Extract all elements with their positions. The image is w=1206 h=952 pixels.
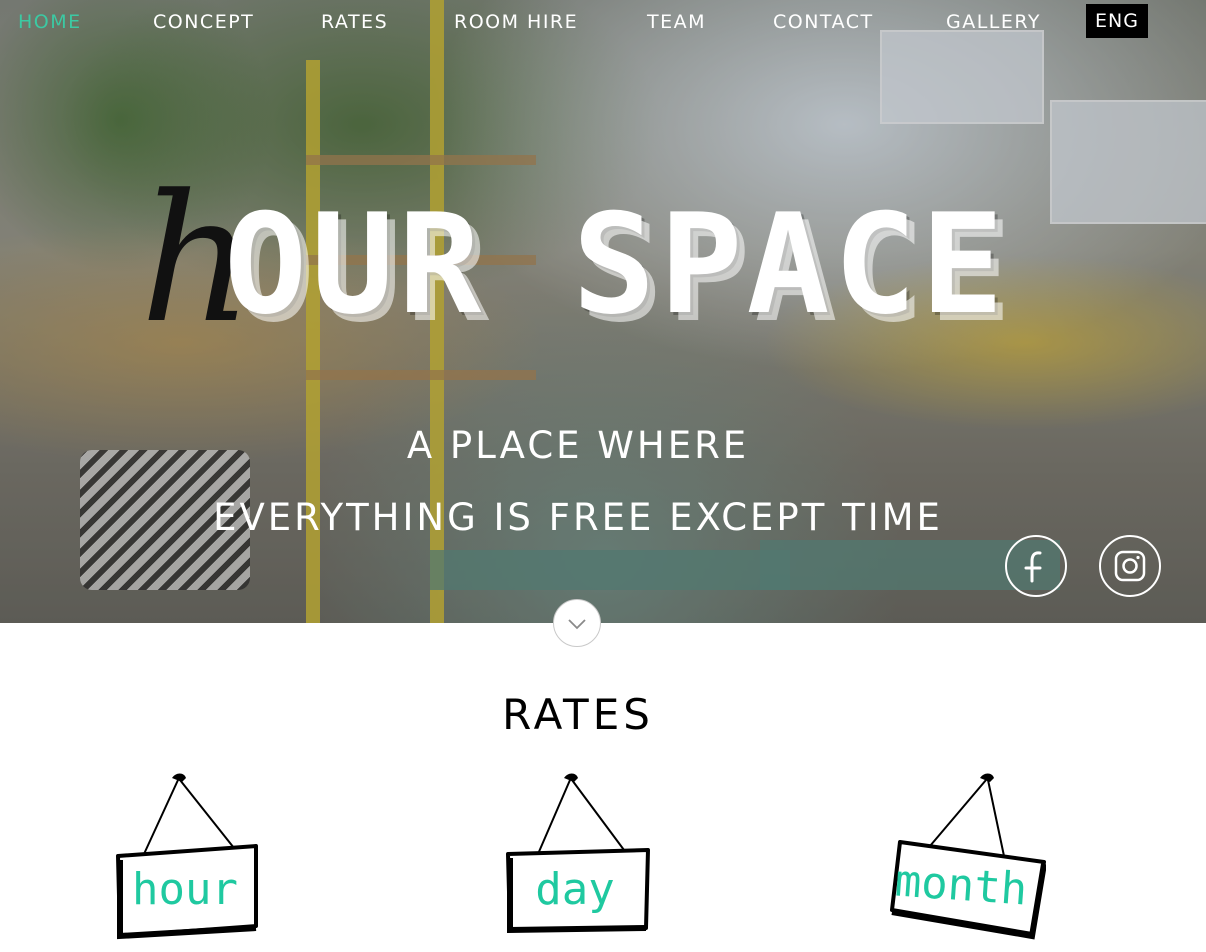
facebook-icon — [1024, 551, 1042, 583]
nav-contact[interactable]: CONTACT — [773, 11, 874, 33]
hanging-sign-icon — [506, 773, 650, 934]
tagline-line-2: EVERYTHING IS FREE EXCEPT TIME — [213, 496, 943, 539]
nav-team[interactable]: TEAM — [647, 11, 706, 33]
scroll-down-button[interactable] — [553, 599, 601, 647]
main-nav: HOME CONCEPT RATES ROOM HIRE TEAM CONTAC… — [0, 0, 1206, 46]
site-logo: h OUR SPACE — [140, 172, 1040, 362]
nav-rates[interactable]: RATES — [321, 11, 388, 33]
rates-heading: RATES — [502, 690, 654, 739]
rate-sign-day[interactable]: day — [500, 770, 650, 945]
language-switch-button[interactable]: ENG — [1086, 4, 1148, 38]
rate-sign-month[interactable]: month — [886, 770, 1046, 945]
nav-concept[interactable]: CONCEPT — [153, 11, 254, 33]
facebook-button[interactable] — [1005, 535, 1067, 597]
nav-home[interactable]: HOME — [18, 11, 82, 33]
rate-label-month: month — [893, 855, 1029, 916]
instagram-icon — [1114, 550, 1146, 582]
instagram-button[interactable] — [1099, 535, 1161, 597]
rate-label-day: day — [535, 864, 615, 915]
logo-main-text: OUR SPACE — [224, 184, 1008, 345]
nav-room-hire[interactable]: ROOM HIRE — [454, 11, 578, 33]
chevron-down-icon — [568, 619, 586, 630]
hanging-sign-icon — [116, 773, 258, 940]
nav-gallery[interactable]: GALLERY — [946, 11, 1041, 33]
rate-sign-hour[interactable]: hour — [110, 770, 260, 945]
tagline-line-1: A PLACE WHERE — [406, 424, 750, 467]
rate-label-hour: hour — [132, 864, 238, 915]
hero-banner: HOME CONCEPT RATES ROOM HIRE TEAM CONTAC… — [0, 0, 1206, 623]
